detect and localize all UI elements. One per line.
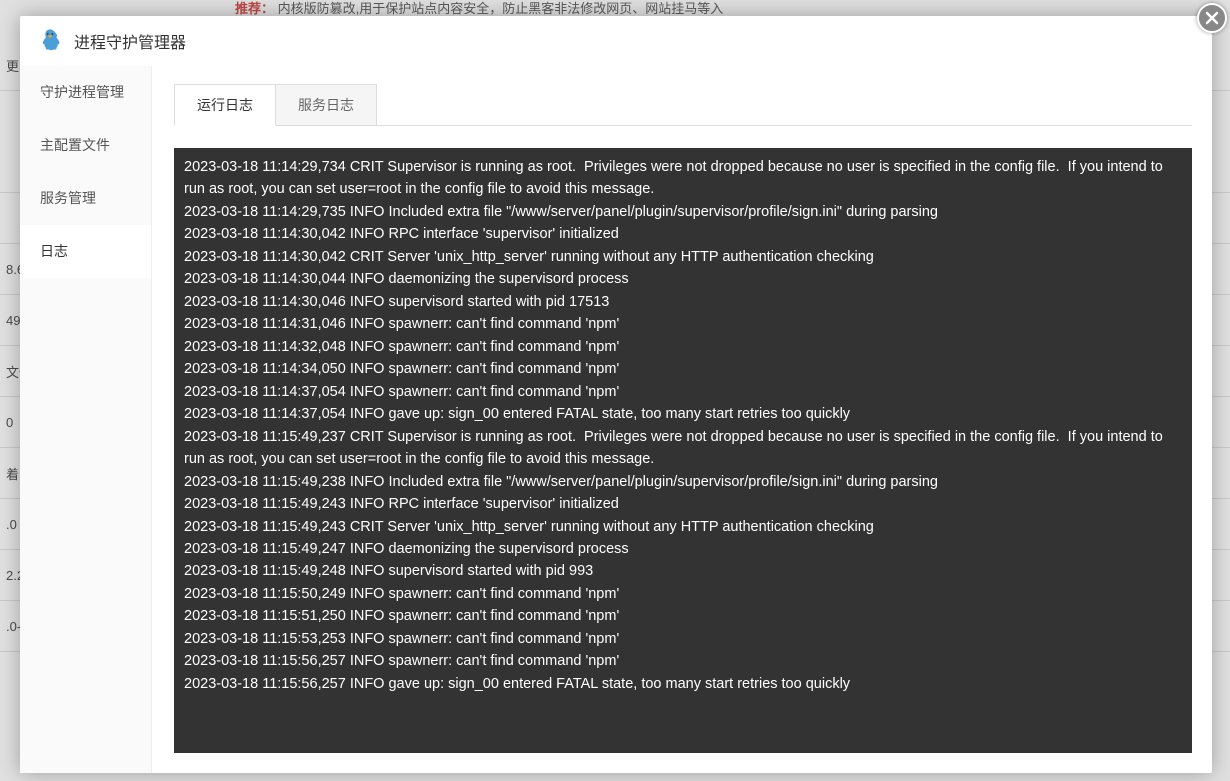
sidebar-item-log[interactable]: 日志 (20, 225, 151, 278)
close-button[interactable] (1197, 3, 1227, 33)
sidebar-item-service-manage[interactable]: 服务管理 (20, 172, 151, 225)
log-tabs: 运行日志 服务日志 (174, 84, 1192, 126)
close-icon (1204, 10, 1220, 26)
sidebar-item-process-guard[interactable]: 守护进程管理 (20, 66, 151, 119)
modal-body: 守护进程管理 主配置文件 服务管理 日志 运行日志 服务日志 2023-03-1… (20, 66, 1212, 773)
sidebar: 守护进程管理 主配置文件 服务管理 日志 (20, 66, 152, 773)
sidebar-item-main-config[interactable]: 主配置文件 (20, 119, 151, 172)
process-guard-modal: 进程守护管理器 守护进程管理 主配置文件 服务管理 日志 运行日志 服务日志 2… (20, 16, 1212, 773)
log-output[interactable]: 2023-03-18 11:14:29,734 CRIT Supervisor … (174, 148, 1192, 753)
tab-service-log[interactable]: 服务日志 (275, 84, 377, 125)
penguin-icon (36, 27, 64, 55)
modal-title: 进程守护管理器 (74, 29, 186, 53)
main-content: 运行日志 服务日志 2023-03-18 11:14:29,734 CRIT S… (152, 66, 1212, 773)
tab-run-log[interactable]: 运行日志 (174, 84, 276, 126)
modal-header: 进程守护管理器 (20, 16, 1212, 66)
